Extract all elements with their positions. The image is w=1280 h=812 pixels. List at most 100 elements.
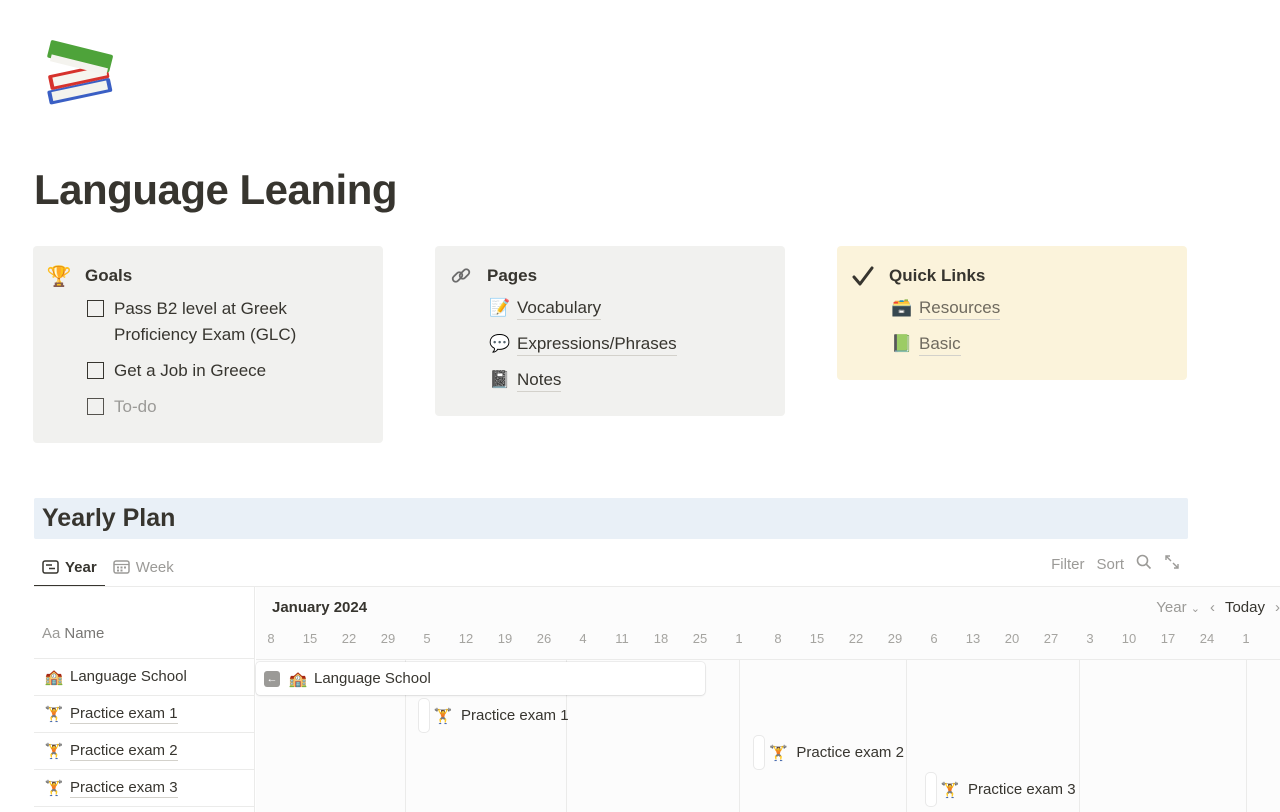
link-label[interactable]: Basic: [919, 333, 961, 356]
books-icon[interactable]: [38, 32, 120, 114]
timeline-name-column: Aa Name 🏫 Language School 🏋️ Practice ex…: [34, 587, 255, 812]
milestone-label: Practice exam 1: [461, 707, 569, 724]
school-icon: 🏫: [44, 669, 64, 686]
timeline-tick: 25: [692, 631, 708, 646]
link-label[interactable]: Vocabulary: [517, 297, 602, 320]
grid-header-divider: [256, 659, 1280, 660]
link-label[interactable]: Expressions/Phrases: [517, 333, 677, 356]
timeline-milestone[interactable]: 🏋️ Practice exam 2: [754, 736, 904, 769]
todo-checkbox[interactable]: [87, 362, 104, 379]
speech-balloon-icon: 💬: [489, 334, 511, 353]
green-book-icon: 📗: [891, 334, 913, 353]
pages-title: Pages: [487, 266, 538, 285]
todo-label[interactable]: Get a Job in Greece: [114, 358, 266, 384]
tab-label: Year: [65, 558, 97, 576]
milestone-label: Practice exam 2: [796, 744, 904, 761]
link-icon: [449, 264, 473, 288]
row-title[interactable]: Practice exam 1: [70, 705, 178, 724]
chevron-down-icon: ⌄: [1190, 603, 1200, 615]
milestone-handle[interactable]: [754, 736, 765, 769]
milestone-handle[interactable]: [926, 773, 936, 806]
notebook-icon: 📓: [489, 370, 511, 389]
view-tabs: Year Week: [34, 548, 182, 587]
timeline-tick: 8: [267, 631, 275, 646]
next-icon[interactable]: ›: [1275, 599, 1280, 616]
timeline-grid[interactable]: January 2024 Year ⌄ ‹ Today › 8 15 22 29 5 1 2…: [256, 587, 1280, 812]
month-label: January 2024: [272, 599, 368, 616]
table-row[interactable]: 🏋️ Practice exam 3: [34, 770, 254, 807]
prev-icon[interactable]: ‹: [1210, 599, 1215, 616]
sort-button[interactable]: Sort: [1096, 556, 1124, 573]
timeline-tick: 15: [809, 631, 825, 646]
todo-placeholder[interactable]: To-do: [114, 394, 157, 420]
timeline-tick: 13: [965, 631, 981, 646]
timeline-tick: 20: [1004, 631, 1020, 646]
today-button[interactable]: Today: [1225, 599, 1265, 616]
timeline-tick: 17: [1160, 631, 1176, 646]
quick-links-callout: Quick Links 🗃️ Resources 📗 Basic: [837, 246, 1187, 380]
scale-select[interactable]: Year ⌄: [1156, 599, 1200, 616]
tab-year[interactable]: Year: [34, 548, 105, 587]
row-title[interactable]: Practice exam 2: [70, 742, 178, 761]
table-row[interactable]: 🏫 Language School: [34, 659, 254, 696]
calendar-icon: [112, 560, 130, 574]
table-row[interactable]: 🏋️ Practice exam 1: [34, 696, 254, 733]
yearly-plan-heading: Yearly Plan: [34, 498, 1188, 539]
weightlifter-icon: 🏋️: [44, 743, 64, 760]
name-column-header[interactable]: Aa Name: [34, 587, 254, 659]
timeline-tick: 27: [1043, 631, 1059, 646]
timeline-tick: 29: [380, 631, 396, 646]
card-box-icon: 🗃️: [891, 298, 913, 317]
todo-checkbox[interactable]: [87, 300, 104, 317]
filter-button[interactable]: Filter: [1051, 556, 1084, 573]
timeline-tick: 22: [341, 631, 357, 646]
timeline-milestone[interactable]: 🏋️ Practice exam 1: [419, 699, 569, 732]
timeline-tick: 5: [423, 631, 431, 646]
page-title: Language Leaning: [34, 166, 398, 213]
timeline-milestone[interactable]: 🏋️ Practice exam 3: [926, 773, 1076, 806]
row-title[interactable]: Language School: [70, 668, 187, 686]
table-row[interactable]: 🏋️ Practice exam 2: [34, 733, 254, 770]
todo-item: Get a Job in Greece: [87, 358, 369, 384]
milestone-handle[interactable]: [419, 699, 429, 732]
weightlifter-icon: 🏋️: [433, 707, 453, 725]
timeline-tick: 1: [1242, 631, 1250, 646]
month-divider: [1079, 660, 1080, 812]
month-divider: [1246, 660, 1247, 812]
expand-icon[interactable]: [1164, 554, 1180, 574]
todo-item: Pass B2 level at Greek Proficiency Exam …: [87, 296, 369, 348]
month-divider: [906, 660, 907, 812]
row-title[interactable]: Practice exam 3: [70, 779, 178, 798]
link-label[interactable]: Resources: [919, 297, 1001, 320]
timeline-tick: 3: [1086, 631, 1094, 646]
timeline-tick: 10: [1121, 631, 1137, 646]
page-link-vocabulary[interactable]: 📝 Vocabulary: [489, 290, 771, 326]
name-header-label: Name: [64, 625, 105, 642]
milestone-label: Practice exam 3: [968, 781, 1076, 798]
link-label[interactable]: Notes: [517, 369, 562, 392]
todo-checkbox[interactable]: [87, 398, 104, 415]
timeline-bar[interactable]: ← 🏫 Language School: [256, 662, 705, 695]
timeline-tick: 1: [735, 631, 743, 646]
quick-links-title: Quick Links: [889, 266, 986, 285]
page-link-expressions[interactable]: 💬 Expressions/Phrases: [489, 326, 771, 362]
timeline-tick: 6: [930, 631, 938, 646]
arrow-left-icon[interactable]: ←: [264, 670, 280, 687]
page-link-notes[interactable]: 📓 Notes: [489, 362, 771, 398]
quick-link-resources[interactable]: 🗃️ Resources: [891, 290, 1173, 326]
todo-label[interactable]: Pass B2 level at Greek Proficiency Exam …: [114, 296, 324, 348]
timeline-tick: 29: [887, 631, 903, 646]
search-icon[interactable]: [1136, 554, 1152, 574]
quick-link-basic[interactable]: 📗 Basic: [891, 326, 1173, 362]
pages-callout: Pages 📝 Vocabulary 💬 Expressions/Phrases…: [435, 246, 785, 416]
goals-title: Goals: [85, 266, 133, 285]
tab-week[interactable]: Week: [105, 548, 182, 586]
database-toolbar: Filter Sort: [1051, 552, 1180, 576]
memo-icon: 📝: [489, 298, 511, 317]
goals-callout: 🏆 Goals Pass B2 level at Greek Proficien…: [33, 246, 383, 443]
timeline-tick: 11: [615, 631, 629, 646]
timeline-tick: 8: [774, 631, 782, 646]
timeline-tick: 4: [579, 631, 587, 646]
timeline-tick: 18: [653, 631, 669, 646]
school-icon: 🏫: [288, 670, 308, 688]
